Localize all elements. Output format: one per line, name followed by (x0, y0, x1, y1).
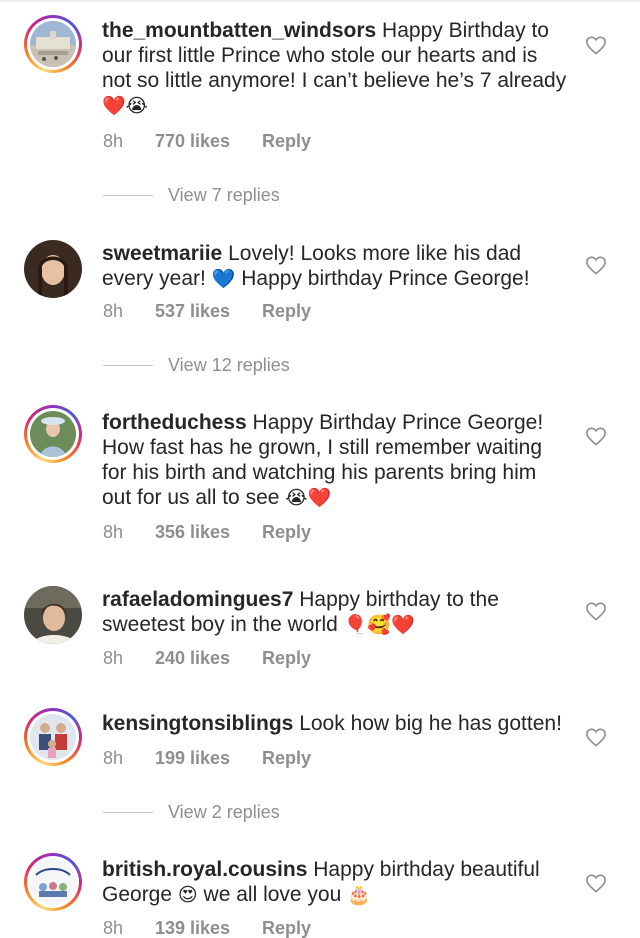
comment-meta: 8h 199 likes Reply (103, 748, 311, 769)
comment-body-cont: we all love you (203, 883, 342, 906)
like-heart-icon[interactable] (585, 426, 607, 446)
comment-text: fortheduchess Happy Birthday Prince Geor… (102, 410, 568, 511)
blue-heart-emoji-icon: 💙 (211, 268, 236, 290)
palace-photo-icon (30, 21, 76, 67)
reply-button[interactable]: Reply (262, 748, 311, 769)
replies-divider (103, 811, 153, 813)
comment-meta: 8h 356 likes Reply (103, 522, 311, 543)
likes-count[interactable]: 770 likes (155, 131, 262, 152)
reply-button[interactable]: Reply (262, 131, 311, 152)
comment-username[interactable]: kensingtonsiblings (102, 712, 293, 735)
balloon-heart-emoji-icon: 🎈🥰❤️ (343, 614, 415, 636)
reply-button[interactable]: Reply (262, 522, 311, 543)
avatar[interactable] (24, 240, 82, 298)
comment-username[interactable]: sweetmariie (102, 242, 222, 265)
comment-meta: 8h 770 likes Reply (103, 131, 311, 152)
comment-body: Look how big he has gotten! (299, 712, 562, 735)
like-heart-icon[interactable] (585, 35, 607, 55)
avatar[interactable] (24, 586, 82, 644)
family-photo-icon (30, 714, 76, 760)
comment-username[interactable]: british.royal.cousins (102, 858, 307, 881)
cousins-logo-icon (30, 859, 76, 905)
reply-button[interactable]: Reply (262, 648, 311, 669)
likes-count[interactable]: 240 likes (155, 648, 262, 669)
reply-button[interactable]: Reply (262, 918, 311, 938)
comment-text: british.royal.cousins Happy birthday bea… (102, 857, 568, 908)
comment-time: 8h (103, 522, 124, 542)
avatar[interactable] (24, 405, 82, 463)
like-heart-icon[interactable] (585, 727, 607, 747)
avatar[interactable] (24, 853, 82, 911)
comment-body-cont: Happy birthday Prince George! (241, 267, 530, 290)
comment-time: 8h (103, 748, 124, 768)
like-heart-icon[interactable] (585, 255, 607, 275)
comment-meta: 8h 139 likes Reply (103, 918, 311, 938)
comment-text: sweetmariie Lovely! Looks more like his … (102, 241, 568, 292)
likes-count[interactable]: 199 likes (155, 748, 262, 769)
woman-photo-icon (24, 586, 82, 644)
likes-count[interactable]: 356 likes (155, 522, 262, 543)
replies-divider (103, 194, 153, 196)
heart-eyes-emoji-icon: 😍 (177, 884, 198, 906)
comment-time: 8h (103, 918, 124, 938)
comment-text: rafaeladomingues7 Happy birthday to the … (102, 587, 568, 638)
top-divider (0, 0, 640, 2)
cry-heart-emoji-icon: 😭❤️ (285, 487, 332, 509)
view-replies-button[interactable]: View 12 replies (103, 354, 290, 376)
comment-meta: 8h 240 likes Reply (103, 648, 311, 669)
comment-username[interactable]: rafaeladomingues7 (102, 588, 293, 611)
comment-time: 8h (103, 648, 124, 668)
likes-count[interactable]: 537 likes (155, 301, 262, 322)
comment-time: 8h (103, 301, 124, 321)
view-replies-button[interactable]: View 7 replies (103, 184, 280, 206)
avatar[interactable] (24, 708, 82, 766)
woman-portrait-icon (24, 240, 82, 298)
heart-cry-emoji-icon: ❤️😭 (102, 95, 148, 117)
comment-text: kensingtonsiblings Look how big he has g… (102, 711, 568, 736)
avatar[interactable] (24, 15, 82, 73)
cake-emoji-icon: 🎂 (347, 884, 371, 906)
reply-button[interactable]: Reply (262, 301, 311, 322)
comment-username[interactable]: fortheduchess (102, 411, 247, 434)
likes-count[interactable]: 139 likes (155, 918, 262, 938)
duchess-photo-icon (30, 411, 76, 457)
view-replies-button[interactable]: View 2 replies (103, 801, 280, 823)
comment-text: the_mountbatten_windsors Happy Birthday … (102, 18, 568, 119)
replies-divider (103, 364, 153, 366)
like-heart-icon[interactable] (585, 601, 607, 621)
like-heart-icon[interactable] (585, 873, 607, 893)
comment-time: 8h (103, 131, 124, 151)
comment-meta: 8h 537 likes Reply (103, 301, 311, 322)
comment-username[interactable]: the_mountbatten_windsors (102, 19, 376, 42)
